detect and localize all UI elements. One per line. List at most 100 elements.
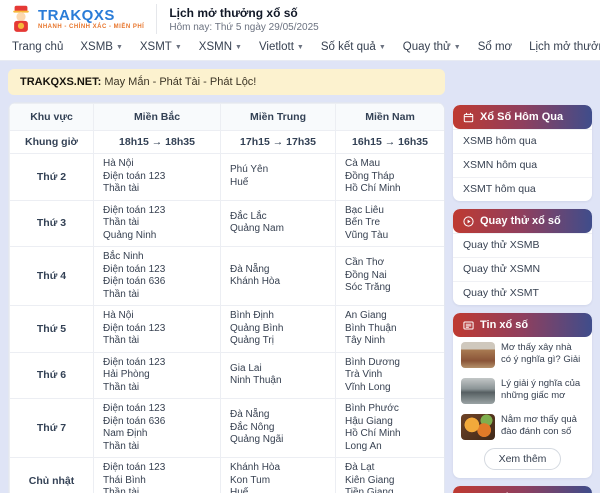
logo[interactable]: TRAKQXS NHANH - CHÍNH XÁC - MIỄN PHÍ <box>10 4 157 34</box>
province-name: Cà Mau <box>345 158 435 171</box>
table-row: Chủ nhậtĐiện toán 123Thái BìnhThần tàiKh… <box>10 458 445 493</box>
news-item[interactable]: Lý giải ý nghĩa của những giấc mơ thấy l… <box>453 373 592 409</box>
province-name: Điện toán 123 <box>103 205 211 218</box>
logo-text: TRAKQXS <box>38 8 144 24</box>
sidebar-item-xsmt-hom-qua[interactable]: XSMT hôm qua <box>453 177 592 201</box>
region-cell: Gia LaiNinh Thuận <box>221 352 336 399</box>
region-cell: Cà MauĐồng ThápHồ Chí Minh <box>336 154 445 201</box>
sidebar-item-quay-thu-xsmn[interactable]: Quay thử XSMN <box>453 257 592 281</box>
nav-item-xsmb[interactable]: XSMB▼ <box>80 41 123 53</box>
day-cell: Thứ 2 <box>10 154 94 201</box>
news-item[interactable]: Nằm mơ thấy quả đào đánh con số gì? Mơ t… <box>453 409 592 445</box>
day-cell: Thứ 3 <box>10 200 94 247</box>
header-title-block: Lịch mở thưởng xổ số Hôm nay: Thứ 5 ngày… <box>169 6 318 33</box>
region-cell: Phú YênHuế <box>221 154 336 201</box>
sidebar-item-quay-thu-xsmt[interactable]: Quay thử XSMT <box>453 281 592 305</box>
play-icon <box>463 216 474 227</box>
province-name: Điện toán 123 <box>103 264 211 277</box>
nav-item-label: Vietlott <box>259 41 294 53</box>
province-name: Hà Nội <box>103 310 211 323</box>
province-name: Long An <box>345 441 435 454</box>
nav-item-quay-thu[interactable]: Quay thử▼ <box>403 41 461 53</box>
region-cell: Khánh HòaKon TumHuế <box>221 458 336 493</box>
sidebar-item-xsmn-hom-qua[interactable]: XSMN hôm qua <box>453 153 592 177</box>
province-name: Bình Định <box>230 310 326 323</box>
nav-item-so-mo[interactable]: Sổ mơ <box>478 41 512 53</box>
time-row: Khung giờ18h15 → 18h3517h15 → 17h3516h15… <box>10 131 445 154</box>
sidebar-item-quay-thu-xsmb[interactable]: Quay thử XSMB <box>453 233 592 257</box>
province-name: Bình Thuận <box>345 323 435 336</box>
region-cell: Hà NộiĐiện toán 123Thần tài <box>94 306 221 353</box>
news-title: Mơ thấy xây nhà có ý nghĩa gì? Giải mã c… <box>501 342 584 366</box>
today-date: Hôm nay: Thứ 5 ngày 29/05/2025 <box>169 22 318 33</box>
nav-item-label: Sổ mơ <box>478 41 512 53</box>
sidebar-item-xsmb-hom-qua[interactable]: XSMB hôm qua <box>453 129 592 153</box>
region-cell: Đà LạtKiên GiangTiền Giang <box>336 458 445 493</box>
nav-item-label: XSMB <box>80 41 113 53</box>
province-name: Quảng Nam <box>230 223 326 236</box>
column-header: Miền Bắc <box>94 104 221 131</box>
province-name: Cần Thơ <box>345 257 435 270</box>
page-title: Lịch mở thưởng xổ số <box>169 6 318 20</box>
news-item[interactable]: Mơ thấy xây nhà có ý nghĩa gì? Giải mã c… <box>453 337 592 373</box>
province-name: Gia Lai <box>230 363 326 376</box>
province-name: Thái Bình <box>103 475 211 488</box>
top-header: TRAKQXS NHANH - CHÍNH XÁC - MIỄN PHÍ Lịc… <box>0 0 600 36</box>
region-cell: Đà NẵngKhánh Hòa <box>221 247 336 306</box>
section-title-text: Xổ Số Hôm Qua <box>480 111 563 123</box>
region-cell: Điện toán 123Điện toán 636Nam ĐịnhThần t… <box>94 399 221 458</box>
province-name: Quảng Ninh <box>103 230 211 243</box>
column-header: Miền Nam <box>336 104 445 131</box>
nav-item-trang-chu[interactable]: Trang chủ <box>12 41 63 53</box>
nav-item-vietlott[interactable]: Vietlott▼ <box>259 41 304 53</box>
province-name: Kiên Giang <box>345 475 435 488</box>
region-cell: Bình DươngTrà VinhVĩnh Long <box>336 352 445 399</box>
chevron-down-icon: ▼ <box>379 44 386 51</box>
province-name: Hậu Giang <box>345 416 435 429</box>
chevron-down-icon: ▼ <box>116 44 123 51</box>
province-name: Khánh Hòa <box>230 462 326 475</box>
province-name: Điện toán 123 <box>103 357 211 370</box>
province-name: Hải Phòng <box>103 369 211 382</box>
table-row: Thứ 2Hà NộiĐiện toán 123Thần tàiPhú YênH… <box>10 154 445 201</box>
table-row: Thứ 7Điện toán 123Điện toán 636Nam ĐịnhT… <box>10 399 445 458</box>
region-cell: Bình ĐịnhQuảng BìnhQuảng Trị <box>221 306 336 353</box>
sidebar-section-title: Tin xổ số <box>453 313 592 337</box>
see-more-button[interactable]: Xem thêm <box>484 448 562 470</box>
region-cell: Điện toán 123Thái BìnhThần tài <box>94 458 221 493</box>
day-cell: Chủ nhật <box>10 458 94 493</box>
province-name: An Giang <box>345 310 435 323</box>
province-name: Phú Yên <box>230 164 326 177</box>
region-cell: Điện toán 123Hải PhòngThần tài <box>94 352 221 399</box>
region-cell: Hà NộiĐiện toán 123Thần tài <box>94 154 221 201</box>
flood-thumbnail <box>461 378 495 404</box>
news-title: Nằm mơ thấy quả đào đánh con số gì? Mơ t… <box>501 414 584 438</box>
table-header-row: Khu vựcMiền BắcMiền TrungMiền Nam <box>10 104 445 131</box>
nav-item-label: Quay thử <box>403 41 451 53</box>
time-range: 18h15 → 18h35 <box>94 131 221 154</box>
nav-item-xsmn[interactable]: XSMN▼ <box>199 41 242 53</box>
province-name: Kon Tum <box>230 475 326 488</box>
nav-item-label: XSMN <box>199 41 232 53</box>
chevron-down-icon: ▼ <box>297 44 304 51</box>
province-name: Thần tài <box>103 183 211 196</box>
time-range: 17h15 → 17h35 <box>221 131 336 154</box>
province-name: Huế <box>230 487 326 493</box>
main-column: TRAKQXS.NET: May Mắn - Phát Tài - Phát L… <box>8 69 445 493</box>
banner-slogan: May Mắn - Phát Tài - Phát Lộc! <box>101 76 256 88</box>
region-cell: Bạc LiêuBến TreVũng Tàu <box>336 200 445 247</box>
province-name: Bắc Ninh <box>103 251 211 264</box>
nav-item-xsmt[interactable]: XSMT▼ <box>140 41 182 53</box>
calendar-icon <box>463 112 474 123</box>
sidebar: Xổ Số Hôm Qua XSMB hôm quaXSMN hôm quaXSM… <box>453 105 592 493</box>
table-row: Thứ 4Bắc NinhĐiện toán 123Điện toán 636T… <box>10 247 445 306</box>
house-thumbnail <box>461 342 495 368</box>
nav-item-so-ket-qua[interactable]: Số kết quả▼ <box>321 41 386 53</box>
news-icon <box>463 320 474 331</box>
nav-item-lich-mo-thuong[interactable]: Lịch mở thưởng <box>529 41 600 53</box>
column-header: Khu vực <box>10 104 94 131</box>
province-name: Bến Tre <box>345 217 435 230</box>
province-name: Vĩnh Long <box>345 382 435 395</box>
mascot-icon <box>10 5 32 33</box>
peach-thumbnail <box>461 414 495 440</box>
